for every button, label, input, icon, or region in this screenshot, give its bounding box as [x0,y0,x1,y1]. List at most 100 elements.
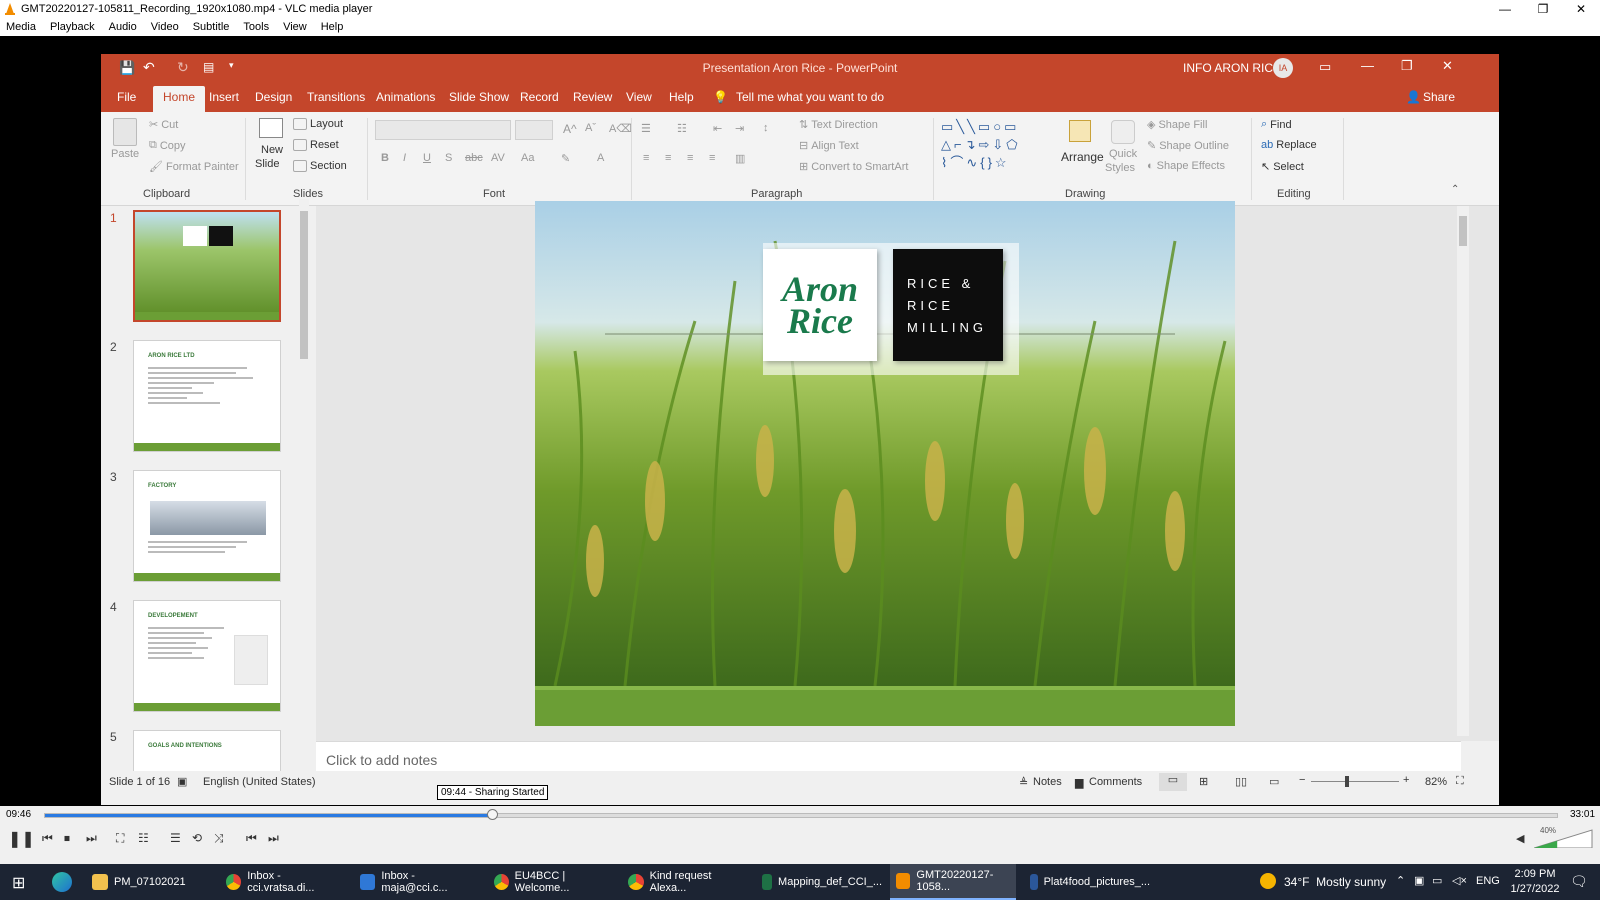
fit-slide-icon[interactable]: ⛶ [1456,775,1464,788]
font-shrink-icon[interactable]: Aˇ [585,122,596,134]
tray-chevron-icon[interactable]: ⌃ [1396,874,1405,887]
windows-start-icon[interactable]: ⊞ [12,873,25,893]
tab-design[interactable]: Design [255,90,292,104]
elapsed-time[interactable]: 09:46 [6,809,31,820]
format-painter-button[interactable]: 🖌 Format Painter [149,160,239,174]
weather-widget[interactable]: 34°F Mostly sunny [1284,875,1386,889]
slide-thumbnail-4[interactable]: DEVELOPEMENT [133,600,281,712]
font-grow-icon[interactable]: A^ [563,122,577,136]
char-spacing-icon[interactable]: AV [491,152,505,164]
reading-view-icon[interactable]: ▯▯ [1235,775,1247,788]
next-icon[interactable]: ⏭ [86,831,97,846]
network-icon[interactable]: ▭ [1432,874,1442,887]
shuffle-icon[interactable]: ⤨ [214,831,224,846]
comments-button[interactable]: Comments [1089,776,1142,788]
quick-styles-label-2[interactable]: Styles [1105,162,1135,174]
font-size-field[interactable] [515,120,553,140]
highlight-icon[interactable]: ✎ [561,152,570,165]
clear-formatting-icon[interactable]: A⌫ [609,122,632,135]
align-right-icon[interactable]: ≡ [687,152,693,164]
zoom-level[interactable]: 82% [1425,776,1447,788]
notification-icon[interactable]: 🗨 [1570,873,1588,890]
paste-icon[interactable] [113,118,137,146]
slide-thumbnail-3[interactable]: FACTORY [133,470,281,582]
playlist-icon[interactable]: ☰ [170,831,181,845]
taskbar-item-chrome-inbox[interactable]: Inbox - cci.vratsa.di... [220,864,346,900]
strikethrough-icon[interactable]: abc [465,152,483,164]
frame-forward-icon[interactable]: ⏭ [268,831,279,846]
pause-icon[interactable]: ❚❚ [8,829,35,849]
arrange-icon[interactable] [1069,120,1091,142]
share-button[interactable]: Share [1423,90,1455,104]
tab-view[interactable]: View [626,90,652,104]
align-text-button[interactable]: ⊟ Align Text [799,139,859,153]
shape-fill-button[interactable]: ◈ Shape Fill [1147,118,1207,132]
ppt-restore-icon[interactable]: ❐ [1401,58,1413,74]
paste-button[interactable]: Paste [111,148,139,160]
clock-time[interactable]: 2:09 PM [1511,868,1559,880]
taskbar-item-folder[interactable]: PM_07102021 [86,864,212,900]
taskbar-item-word[interactable]: Plat4food_pictures_... [1024,864,1150,900]
shapes-gallery[interactable]: ▭╲╲▭○▭ △⌐↴⇨⇩⬠ ⌇⌒∿{}☆ [941,118,1057,170]
bullets-icon[interactable]: ☰ [641,122,651,135]
increase-indent-icon[interactable]: ⇥ [735,122,744,135]
numbering-icon[interactable]: ☷ [677,122,687,135]
slide-thumbnail-5[interactable]: GOALS AND INTENTIONS [133,730,281,775]
zoom-in-icon[interactable]: + [1403,774,1409,786]
shape-outline-button[interactable]: ✎ Shape Outline [1147,139,1229,153]
tab-animations[interactable]: Animations [376,90,435,104]
quick-styles-icon[interactable] [1111,120,1135,144]
text-direction-button[interactable]: ⇅ Text Direction [799,118,878,132]
tray-icon[interactable]: ▣ [1414,874,1424,887]
taskbar-item-vlc[interactable]: GMT20220127-1058... [890,864,1016,900]
extended-settings-icon[interactable]: ☷ [138,831,149,845]
menu-view[interactable]: View [283,21,307,33]
menu-video[interactable]: Video [151,21,179,33]
taskbar-item-eu4bcc[interactable]: EU4BCC | Welcome... [488,864,614,900]
select-button[interactable]: ↖ Select [1261,160,1304,174]
avatar[interactable]: IA [1273,58,1293,78]
font-color-icon[interactable]: A [597,152,604,164]
cut-button[interactable]: ✂ Cut [149,118,178,132]
collapse-ribbon-icon[interactable]: ⌃ [1451,184,1459,195]
arrange-button[interactable]: Arrange [1061,150,1104,164]
bold-icon[interactable]: B [381,152,389,164]
notes-button[interactable]: Notes [1033,776,1062,788]
restore-icon[interactable]: ❐ [1524,2,1562,16]
quick-styles-label-1[interactable]: Quick [1109,148,1137,160]
new-slide-label-1[interactable]: New [261,144,283,156]
shadow-icon[interactable]: S [445,152,452,164]
clock-date[interactable]: 1/27/2022 [1507,883,1563,895]
menu-tools[interactable]: Tools [243,21,269,33]
seek-bar[interactable] [44,813,1558,818]
tab-record[interactable]: Record [520,90,559,104]
speaker-icon[interactable]: ◀ [1516,832,1524,845]
menu-playback[interactable]: Playback [50,21,95,33]
menu-audio[interactable]: Audio [109,21,137,33]
underline-icon[interactable]: U [423,152,431,164]
spellcheck-icon[interactable]: ▣ [177,775,187,788]
decrease-indent-icon[interactable]: ⇤ [713,122,722,135]
new-slide-icon[interactable] [259,118,283,138]
zoom-out-icon[interactable]: − [1299,774,1305,786]
replace-button[interactable]: ab Replace [1261,139,1317,151]
shape-effects-button[interactable]: ◐ Shape Effects [1147,160,1225,172]
tab-transitions[interactable]: Transitions [307,90,365,104]
minimize-icon[interactable]: — [1486,2,1524,16]
seek-handle[interactable] [486,809,498,820]
italic-icon[interactable]: I [403,152,406,164]
frame-back-icon[interactable]: ⏮ [246,831,257,846]
menu-media[interactable]: Media [6,21,36,33]
align-center-icon[interactable]: ≡ [665,152,671,164]
columns-icon[interactable]: ▥ [735,152,745,165]
loop-icon[interactable]: ⟲ [192,831,202,845]
normal-view-icon[interactable]: ▭ [1159,773,1187,791]
copy-button[interactable]: ⧉ Copy [149,139,186,152]
reset-button[interactable]: Reset [293,139,339,151]
ribbon-display-icon[interactable]: ▭ [1319,59,1331,75]
slide-thumbnail-2[interactable]: ARON RICE LTD [133,340,281,452]
tab-file[interactable]: File [117,90,136,104]
zoom-slider-thumb[interactable] [1345,776,1349,787]
taskbar-item-mail[interactable]: Inbox - maja@cci.c... [354,864,480,900]
sun-icon[interactable] [1260,873,1276,889]
